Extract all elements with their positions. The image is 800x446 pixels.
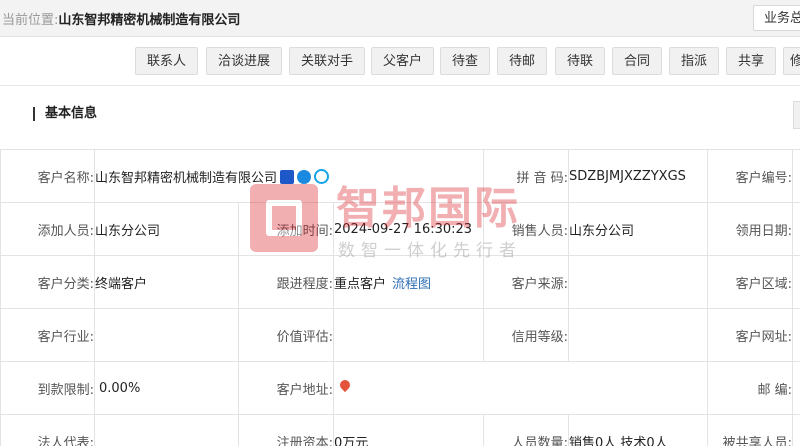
field-label: 法人代表: [0, 414, 95, 446]
customer-region-value [792, 255, 800, 309]
circle-icon[interactable] [314, 168, 330, 184]
customer-source-value [568, 255, 709, 309]
table-row: 添加人员: 山东分公司 添加时间: 2024-09-27 16:30:23 销售… [0, 202, 800, 256]
section-action-button[interactable] [793, 101, 800, 129]
follow-up-level-text: 重点客户 [334, 276, 387, 292]
customer-industry-value [94, 308, 239, 362]
section-title: 基本信息 [33, 107, 97, 121]
contacts-button[interactable]: 联系人 [135, 47, 198, 75]
field-label: 信用等级: [483, 308, 570, 362]
assign-button[interactable]: 指派 [669, 47, 719, 75]
follow-up-level-value: 重点客户 流程图 [332, 255, 485, 309]
pending-check-button[interactable]: 待查 [440, 47, 490, 75]
table-row: 客户行业: 价值评估: 信用等级: 客户网址: [0, 308, 800, 362]
field-label: 拼 音 码: [483, 149, 570, 203]
table-row: 客户名称: 山东智邦精密机械制造有限公司 拼 音 码: SDZBJMJXZZYX… [0, 149, 800, 203]
breadcrumb-customer-name: 山东智邦精密机械制造有限公司 [58, 13, 241, 28]
legal-rep-value [94, 414, 239, 446]
related-competitors-button[interactable]: 关联对手 [289, 47, 365, 75]
field-label: 领用日期: [707, 202, 794, 256]
basic-info-table: 客户名称: 山东智邦精密机械制造有限公司 拼 音 码: SDZBJMJXZZYX… [0, 149, 800, 446]
contract-button[interactable]: 合同 [612, 47, 662, 75]
table-row: 到款限制: 0.00% 客户地址: 邮 编: [0, 361, 800, 415]
basic-info-section: 基本信息 [0, 85, 800, 149]
added-time-value: 2024-09-27 16:30:23 [332, 202, 485, 256]
pending-mail-button[interactable]: 待邮 [497, 47, 547, 75]
breadcrumb: 当前位置:山东智邦精密机械制造有限公司 [2, 9, 240, 28]
sales-person-value: 山东分公司 [568, 202, 709, 256]
breadcrumb-label: 当前位置: [2, 13, 59, 28]
customer-website-value [792, 308, 800, 362]
credit-rating-value [568, 308, 709, 362]
field-label: 客户行业: [0, 308, 95, 362]
table-row: 客户分类: 终端客户 跟进程度: 重点客户 流程图 客户来源: 客户区域: [0, 255, 800, 309]
postal-code-value [792, 361, 800, 415]
negotiation-progress-button[interactable]: 洽谈进展 [206, 47, 282, 75]
customer-name-text: 山东智邦精密机械制造有限公司 [95, 170, 278, 186]
field-label: 客户网址: [707, 308, 794, 362]
added-by-value: 山东分公司 [94, 202, 239, 256]
field-label: 添加时间: [238, 202, 334, 256]
field-label: 客户编号: [707, 149, 794, 203]
share-button[interactable]: 共享 [726, 47, 776, 75]
business-overview-button[interactable]: 业务总 [753, 5, 800, 31]
field-label: 注册资本: [238, 414, 334, 446]
field-label: 到款限制: [0, 361, 95, 415]
field-label: 客户分类: [0, 255, 95, 309]
value-assessment-value [332, 308, 485, 362]
flowchart-link[interactable]: 流程图 [392, 277, 431, 292]
field-label: 客户区域: [707, 255, 794, 309]
field-label: 邮 编: [707, 361, 794, 415]
parent-customer-button[interactable]: 父客户 [371, 47, 434, 75]
field-label: 跟进程度: [238, 255, 334, 309]
registered-capital-value: 0万元 [332, 414, 485, 446]
map-pin-icon[interactable] [337, 377, 353, 392]
field-label: 添加人员: [0, 202, 95, 256]
pinyin-code-value: SDZBJMJXZZYXGS [568, 149, 709, 203]
top-bar: 当前位置:山东智邦精密机械制造有限公司 业务总 [0, 0, 800, 37]
payment-limit-value: 0.00% [94, 361, 239, 415]
staff-count-value: 销售0人 技术0人 [568, 414, 709, 446]
field-label: 客户名称: [0, 149, 95, 203]
field-label: 客户地址: [238, 361, 334, 415]
shared-with-value [792, 414, 800, 446]
customer-address-value [332, 361, 709, 415]
field-label: 被共享人员: [707, 414, 794, 446]
table-row: 法人代表: 注册资本: 0万元 人员数量: 销售0人 技术0人 被共享人员: [0, 414, 800, 446]
badge-icon[interactable] [280, 169, 295, 184]
field-label: 人员数量: [483, 414, 570, 446]
claim-date-value [792, 202, 800, 256]
field-label: 销售人员: [483, 202, 570, 256]
edit-button[interactable]: 修 [783, 47, 800, 75]
customer-number-value [792, 149, 800, 203]
ie-icon[interactable] [297, 169, 312, 184]
toolbar: 联系人 洽谈进展 关联对手 父客户 待查 待邮 待联 合同 指派 共享 修 [0, 37, 800, 86]
field-label: 客户来源: [483, 255, 570, 309]
customer-name-value: 山东智邦精密机械制造有限公司 [93, 149, 485, 203]
customer-detail-panel: 联系人 洽谈进展 关联对手 父客户 待查 待邮 待联 合同 指派 共享 修 基本… [0, 37, 800, 446]
customer-category-value: 终端客户 [94, 255, 239, 309]
field-label: 价值评估: [238, 308, 334, 362]
pending-contact-button[interactable]: 待联 [555, 47, 605, 75]
